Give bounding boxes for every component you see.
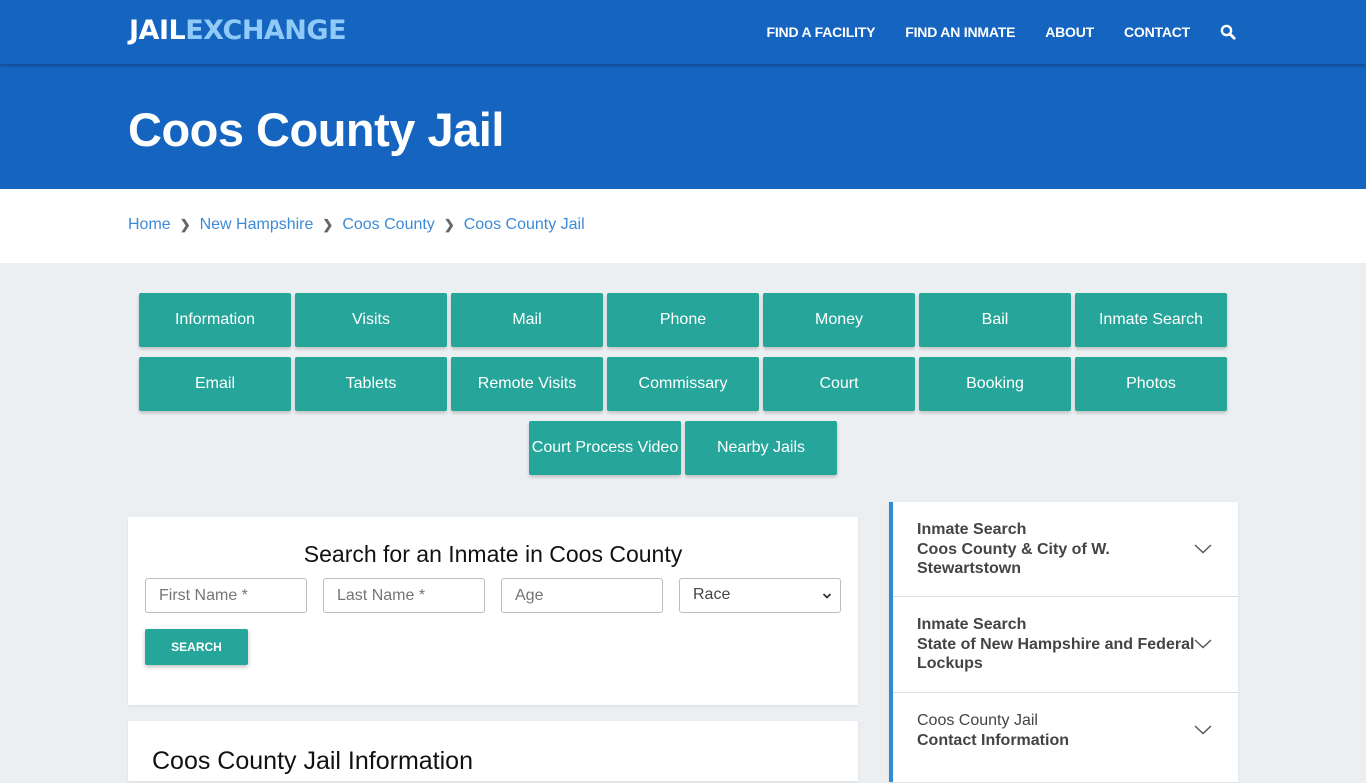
tab-nearby-jails[interactable]: Nearby Jails [685, 421, 837, 475]
chevron-right-icon: ❯ [322, 217, 334, 232]
tab-email[interactable]: Email [139, 357, 291, 411]
breadcrumb-county[interactable]: Coos County [342, 216, 435, 234]
tab-information[interactable]: Information [139, 293, 291, 347]
information-heading: Coos County Jail Information [152, 747, 473, 775]
jail-information-card: Coos County Jail Information [128, 721, 858, 781]
accordion-label: Stewartstown [917, 560, 1022, 577]
tabs-row-1: Information Visits Mail Phone Money Bail… [137, 293, 1229, 347]
nav-find-inmate[interactable]: FIND AN INMATE [905, 24, 1015, 40]
last-name-input[interactable] [323, 578, 485, 613]
tab-booking[interactable]: Booking [919, 357, 1071, 411]
search-icon[interactable] [1220, 24, 1236, 40]
race-select[interactable]: Race [679, 578, 841, 613]
search-button[interactable]: SEARCH [145, 629, 248, 665]
tab-photos[interactable]: Photos [1075, 357, 1227, 411]
accordion-label: State of New Hampshire and Federal [917, 635, 1195, 653]
logo[interactable]: JAILEXCHANGE [129, 15, 347, 46]
race-select-value: Race [693, 586, 731, 603]
first-name-input[interactable] [145, 578, 307, 613]
tab-commissary[interactable]: Commissary [607, 357, 759, 411]
tab-inmate-search[interactable]: Inmate Search [1075, 293, 1227, 347]
tab-visits[interactable]: Visits [295, 293, 447, 347]
accordion-label: Inmate Search [917, 521, 1027, 538]
page-title: Coos County Jail [128, 103, 504, 156]
chevron-down-icon[interactable] [1194, 637, 1212, 655]
main-nav: FIND A FACILITY FIND AN INMATE ABOUT CON… [737, 0, 1236, 64]
breadcrumb-facility[interactable]: Coos County Jail [464, 216, 585, 234]
accordion-county-inmate-search[interactable]: Inmate Search Coos County & City of W. S… [893, 502, 1238, 597]
chevron-right-icon: ❯ [443, 217, 455, 232]
tabs-row-3: Court Process Video Nearby Jails [137, 421, 1229, 475]
tab-mail[interactable]: Mail [451, 293, 603, 347]
facility-tabs: Information Visits Mail Phone Money Bail… [137, 293, 1229, 485]
tab-money[interactable]: Money [763, 293, 915, 347]
chevron-down-icon[interactable] [1194, 542, 1212, 560]
breadcrumb-state[interactable]: New Hampshire [200, 216, 314, 234]
chevron-right-icon: ❯ [179, 217, 191, 232]
search-card-title: Search for an Inmate in Coos County [303, 541, 683, 567]
tab-tablets[interactable]: Tablets [295, 357, 447, 411]
tab-bail[interactable]: Bail [919, 293, 1071, 347]
age-input[interactable] [501, 578, 663, 613]
nav-contact[interactable]: CONTACT [1124, 24, 1190, 40]
accordion-label: Coos County Jail [917, 712, 1038, 729]
tab-court[interactable]: Court [763, 357, 915, 411]
tab-remote-visits[interactable]: Remote Visits [451, 357, 603, 411]
tabs-row-2: Email Tablets Remote Visits Commissary C… [137, 357, 1229, 411]
inmate-search-card: Search for an Inmate in Coos County Race… [128, 517, 858, 705]
logo-part-jail: JAIL [129, 15, 186, 46]
breadcrumb: Home ❯ New Hampshire ❯ Coos County ❯ Coo… [0, 189, 1366, 263]
nav-about[interactable]: ABOUT [1045, 24, 1094, 40]
accordion-label: Coos County & City of W. [917, 540, 1110, 558]
logo-part-exchange: EXCHANGE [185, 15, 347, 46]
chevron-down-icon [822, 588, 832, 606]
accordion-label: Contact Information [917, 731, 1069, 749]
tab-phone[interactable]: Phone [607, 293, 759, 347]
top-navbar: JAILEXCHANGE FIND A FACILITY FIND AN INM… [0, 0, 1366, 64]
hero-banner: Coos County Jail [0, 64, 1366, 189]
tab-court-process-video[interactable]: Court Process Video [529, 421, 681, 475]
accordion-contact-information[interactable]: Coos County Jail Contact Information [893, 693, 1238, 783]
accordion-state-inmate-search[interactable]: Inmate Search State of New Hampshire and… [893, 597, 1238, 693]
accordion-label: Lockups [917, 655, 983, 672]
nav-find-facility[interactable]: FIND A FACILITY [767, 24, 876, 40]
sidebar-accordion: Inmate Search Coos County & City of W. S… [889, 502, 1238, 782]
chevron-down-icon[interactable] [1194, 723, 1212, 741]
accordion-label: Inmate Search [917, 616, 1027, 633]
breadcrumb-home[interactable]: Home [128, 216, 171, 234]
